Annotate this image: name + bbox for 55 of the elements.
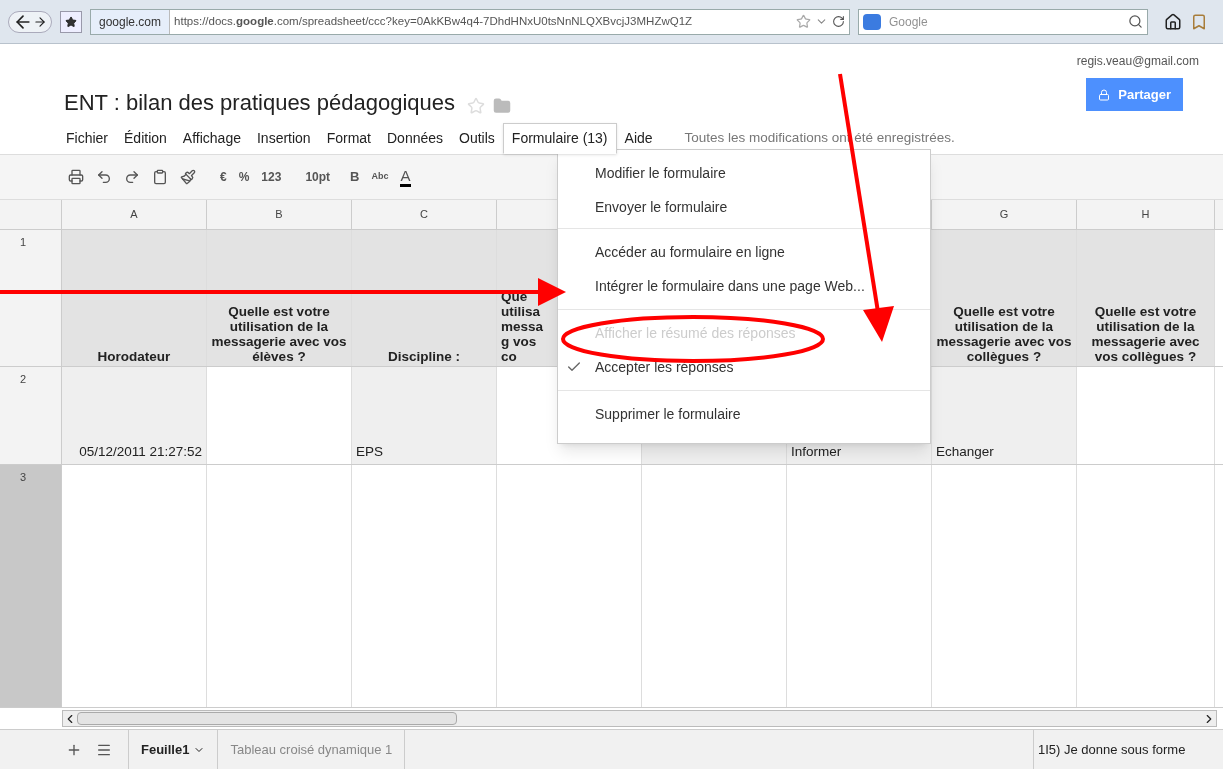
bold-button[interactable]: B <box>350 167 360 187</box>
menu-item[interactable]: Outils <box>451 123 503 154</box>
row-header[interactable]: 1 <box>0 230 62 366</box>
bookmark-icon[interactable] <box>60 10 82 33</box>
scrollbar-thumb[interactable] <box>77 712 457 725</box>
sheet-tab[interactable]: Feuille1 <box>128 730 219 769</box>
menu-item[interactable]: Affichage <box>174 123 249 154</box>
table-cell: Discipline : <box>352 230 497 366</box>
spellcheck-button[interactable]: Abc <box>371 170 389 184</box>
search-field[interactable]: Google <box>858 8 1148 35</box>
currency-button[interactable]: € <box>220 168 227 186</box>
font-size-button[interactable]: 10pt <box>305 168 331 186</box>
column-header[interactable]: A <box>62 200 207 229</box>
menu-item[interactable]: Édition <box>116 123 175 154</box>
site-badge: google.com <box>91 9 171 34</box>
print-icon[interactable] <box>68 169 84 185</box>
row-header[interactable]: 2 <box>0 367 62 464</box>
text-color-button[interactable]: A <box>400 167 411 187</box>
percent-button[interactable]: % <box>238 168 250 186</box>
table-cell: Echanger <box>932 367 1077 464</box>
undo-icon[interactable] <box>96 169 112 185</box>
address-bar[interactable]: google.com https://docs.google.com/spreadsheet/ccc?key=0AkKBw4q4-7DhdHNxU0tsNnNLQXBvcjJ3MHZwQ1Z <box>90 8 850 35</box>
column-header[interactable]: H <box>1077 200 1215 229</box>
table-cell: 05/12/2011 21:27:52 <box>62 367 207 464</box>
cell-preview: 1I5) Je donne sous forme <box>1033 730 1223 769</box>
lock-icon <box>1098 88 1111 101</box>
menu-option[interactable]: Modifier le formulaire <box>558 156 930 190</box>
redo-icon[interactable] <box>124 169 140 185</box>
table-cell: Quelle est votre utilisation de la messagerie avec vos collègues ? <box>1077 230 1215 366</box>
document-title[interactable]: ENT : bilan des pratiques pédagogiques <box>64 86 455 119</box>
table-cell: EPS <box>352 367 497 464</box>
menu-item[interactable]: Données <box>379 123 452 154</box>
table-cell: Horodateur <box>62 230 207 366</box>
menu-item[interactable]: Formulaire (13) <box>502 123 617 154</box>
account-email[interactable]: regis.veau@gmail.com <box>1076 52 1199 70</box>
forward-icon[interactable] <box>33 14 47 29</box>
menu-item[interactable]: Insertion <box>248 123 319 154</box>
row-header[interactable]: 3 <box>0 465 62 707</box>
column-header[interactable]: B <box>207 200 352 229</box>
menu-item[interactable]: Fichier <box>58 123 116 154</box>
star-icon[interactable] <box>796 14 811 29</box>
table-cell: Quelle est votre utilisation de la messagerie avec vos collègues ? <box>932 230 1077 366</box>
paint-format-icon[interactable] <box>180 169 196 185</box>
menu-item[interactable]: Format <box>318 123 379 154</box>
column-header[interactable]: C <box>352 200 497 229</box>
search-icon[interactable] <box>1128 13 1143 29</box>
paste-icon[interactable] <box>152 169 168 185</box>
menu-option[interactable]: Envoyer le formulaire <box>558 190 930 224</box>
reload-icon[interactable] <box>832 15 845 28</box>
number-format-button[interactable]: 123 <box>261 168 282 186</box>
column-header[interactable]: G <box>932 200 1077 229</box>
url-text: https://docs.google.com/spreadsheet/ccc?key=0AkKBw4q4-7DhdHNxU0tsNnNLQXBvcjJ3MHZwQ1Z <box>173 13 694 29</box>
table-cell: Quelle est votre utilisation de la messagerie avec vos élèves ? <box>207 230 352 366</box>
home-icon[interactable] <box>1164 12 1182 31</box>
bookmarks-icon[interactable] <box>1190 12 1208 31</box>
